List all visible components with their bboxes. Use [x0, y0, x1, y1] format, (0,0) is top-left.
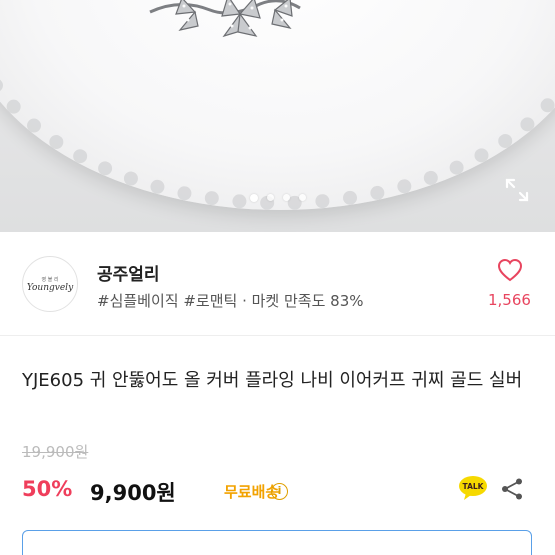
- carousel-dot[interactable]: [249, 194, 258, 202]
- butterfly-earcuff-image: [149, 0, 301, 38]
- carousel-indicator: [0, 194, 555, 202]
- discount-rate: 50%: [22, 477, 73, 501]
- product-image-carousel[interactable]: [0, 0, 555, 232]
- seller-logo[interactable]: 영 블 리 Youngvely: [22, 256, 78, 312]
- carousel-dot[interactable]: [298, 194, 306, 201]
- seller-name[interactable]: 공주얼리: [97, 260, 160, 285]
- product-page: 영 블 리 Youngvely 공주얼리 #심플베이직 #로맨틱 · 마켓 만족…: [0, 0, 555, 555]
- option-select-box[interactable]: [22, 530, 532, 555]
- logo-text: Youngvely: [26, 282, 74, 293]
- heart-icon[interactable]: [497, 258, 523, 284]
- expand-icon[interactable]: [503, 176, 531, 204]
- carousel-dot[interactable]: [282, 194, 290, 201]
- original-price: 19,900원: [22, 443, 89, 461]
- seller-tags: #심플베이직 #로맨틱 · 마켓 만족도 83%: [97, 292, 364, 310]
- carousel-dot[interactable]: [266, 194, 274, 201]
- seller-row[interactable]: 영 블 리 Youngvely 공주얼리 #심플베이직 #로맨틱 · 마켓 만족…: [0, 232, 555, 336]
- sale-price: 9,900원: [90, 481, 176, 505]
- product-title: YJE605 귀 안뚫어도 올 커버 플라잉 나비 이어커프 귀찌 골드 실버: [22, 370, 523, 391]
- kakao-talk-icon[interactable]: TALK: [458, 475, 488, 501]
- talk-label: TALK: [463, 482, 485, 491]
- like-count: 1,566: [488, 291, 531, 309]
- share-icon[interactable]: [500, 477, 524, 501]
- logo-small-text: 영 블 리: [41, 276, 59, 283]
- info-icon[interactable]: i: [271, 483, 288, 500]
